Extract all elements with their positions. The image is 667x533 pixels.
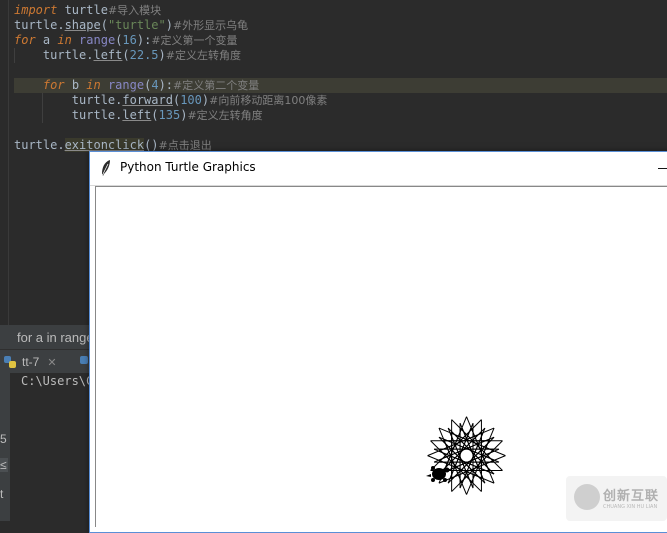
comment: #定义左转角度 <box>187 109 263 122</box>
gutter-divider <box>8 0 9 325</box>
watermark-logo: 创新互联 CHUANG XIN HU LIAN <box>566 476 667 521</box>
keyword-import: import <box>14 3 58 17</box>
code-line-5[interactable]: for b in range(4):#定义第二个变量 <box>14 78 667 93</box>
number-literal: 135 <box>158 108 181 122</box>
logo-subtext: CHUANG XIN HU LIAN <box>603 504 658 510</box>
object-ref: turtle. <box>71 93 123 107</box>
star-figure <box>427 416 506 495</box>
comment: #外形显示乌龟 <box>172 19 249 32</box>
run-tab[interactable]: tt-7 ✕ <box>3 352 57 372</box>
number-literal: 100 <box>180 93 202 107</box>
keyword-in: in <box>86 78 101 92</box>
keyword-for: for <box>42 78 65 92</box>
breadcrumb[interactable]: for a in range <box>17 330 94 345</box>
comment: #定义第二个变量 <box>173 79 260 92</box>
comment: #向前移动距离100像素 <box>209 94 328 107</box>
comment: #定义第一个变量 <box>151 34 238 47</box>
code-line-2[interactable]: turtle.shape("turtle")#外形显示乌龟 <box>14 18 248 33</box>
console-path: C:\Users\C <box>21 374 94 388</box>
logo-text: 创新互联 <box>603 489 660 504</box>
paren: ( <box>100 18 108 32</box>
code-line-4[interactable]: turtle.left(22.5)#定义左转角度 <box>14 48 241 63</box>
turtle-icon <box>426 466 450 482</box>
builtin-range: range <box>100 78 145 92</box>
paren: () <box>144 138 159 152</box>
indent-guide <box>42 93 43 123</box>
comment: #定义左转角度 <box>165 49 241 62</box>
object-ref: turtle. <box>14 18 65 32</box>
object-ref: turtle. <box>71 108 123 122</box>
paren: ( <box>122 48 130 62</box>
method-name: left <box>122 108 152 122</box>
number-literal: 4 <box>151 78 159 92</box>
string-literal: "turtle" <box>107 18 166 32</box>
comment: #导入模块 <box>107 4 162 17</box>
module-name: turtle <box>57 3 108 17</box>
toolbar-glyph[interactable]: ≤ <box>0 458 8 472</box>
paren: ): <box>136 33 152 47</box>
code-line-1[interactable]: import turtle#导入模块 <box>14 3 161 18</box>
paren: ): <box>158 78 174 92</box>
method-name: forward <box>122 93 173 107</box>
object-ref: turtle. <box>14 138 65 152</box>
method-name: left <box>93 48 123 62</box>
number-literal: 22.5 <box>129 48 159 62</box>
console-output[interactable] <box>10 373 95 521</box>
window-title-bar[interactable]: Python Turtle Graphics — <box>90 152 667 186</box>
code-line-7[interactable]: turtle.left(135)#定义左转角度 <box>14 108 263 123</box>
logo-icon <box>574 484 600 510</box>
toolbar-glyph[interactable]: 5 <box>0 432 7 446</box>
minimize-button[interactable]: — <box>655 154 667 180</box>
run-tab-label: tt-7 <box>22 355 40 369</box>
method-name: shape <box>64 18 101 32</box>
paren: ) <box>165 18 173 32</box>
code-line-6[interactable]: turtle.forward(100)#向前移动距离100像素 <box>14 93 328 108</box>
window-title: Python Turtle Graphics <box>120 160 256 174</box>
indent-guide <box>14 48 15 63</box>
paren: ) <box>158 48 166 62</box>
python-icon <box>4 356 16 368</box>
code-line-3[interactable]: for a in range(16):#定义第一个变量 <box>14 33 238 48</box>
loop-var: b <box>64 78 87 92</box>
builtin-range: range <box>71 33 116 47</box>
close-icon[interactable]: ✕ <box>47 356 56 369</box>
paren: ( <box>151 108 159 122</box>
feather-icon <box>101 160 110 177</box>
method-name: exitonclick <box>64 138 145 152</box>
object-ref: turtle. <box>42 48 94 62</box>
toolbar-glyph[interactable]: t <box>0 487 3 501</box>
number-literal: 16 <box>122 33 137 47</box>
keyword-for: for <box>14 33 36 47</box>
keyword-in: in <box>57 33 72 47</box>
loop-var: a <box>35 33 58 47</box>
